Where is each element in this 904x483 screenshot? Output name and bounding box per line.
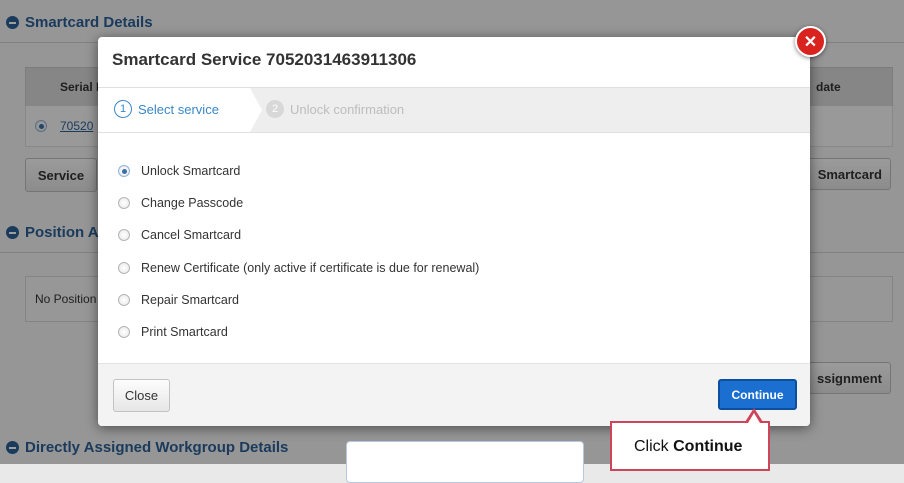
continue-button[interactable]: Continue	[718, 379, 797, 410]
tooltip-box	[346, 441, 584, 483]
smartcard-service-dialog: Smartcard Service 7052031463911306 1 Sel…	[98, 37, 810, 426]
radio-button[interactable]	[118, 326, 130, 339]
option-change-passcode[interactable]: Change Passcode	[118, 187, 479, 219]
option-print-smartcard[interactable]: Print Smartcard	[118, 316, 479, 348]
option-renew-certificate[interactable]: Renew Certificate (only active if certif…	[118, 252, 479, 284]
callout-pointer-inner	[748, 413, 760, 423]
radio-button[interactable]	[118, 197, 130, 210]
close-x-icon[interactable]: ✕	[795, 26, 826, 57]
option-cancel-smartcard[interactable]: Cancel Smartcard	[118, 219, 479, 251]
callout-text: Click Continue	[634, 438, 743, 455]
step-label: Unlock confirmation	[290, 101, 405, 117]
step-select-service: 1 Select service	[114, 100, 219, 118]
option-repair-smartcard[interactable]: Repair Smartcard	[118, 284, 479, 316]
option-unlock-smartcard[interactable]: Unlock Smartcard	[118, 155, 479, 187]
step-unlock-confirmation: 2 Unlock confirmation	[266, 100, 404, 118]
step-number: 2	[266, 100, 284, 118]
step-number: 1	[114, 100, 132, 118]
dialog-footer: Close Continue	[98, 363, 810, 426]
radio-button[interactable]	[118, 165, 130, 178]
dialog-title: Smartcard Service 7052031463911306	[112, 50, 417, 69]
service-options: Unlock Smartcard Change Passcode Cancel …	[118, 155, 479, 348]
radio-button[interactable]	[118, 293, 130, 306]
step-arrow	[250, 88, 262, 132]
wizard-steps: 1 Select service 2 Unlock confirmation	[98, 87, 810, 133]
close-button[interactable]: Close	[113, 379, 170, 412]
radio-button[interactable]	[118, 229, 130, 242]
step-label: Select service	[138, 101, 219, 117]
radio-button[interactable]	[118, 261, 130, 274]
